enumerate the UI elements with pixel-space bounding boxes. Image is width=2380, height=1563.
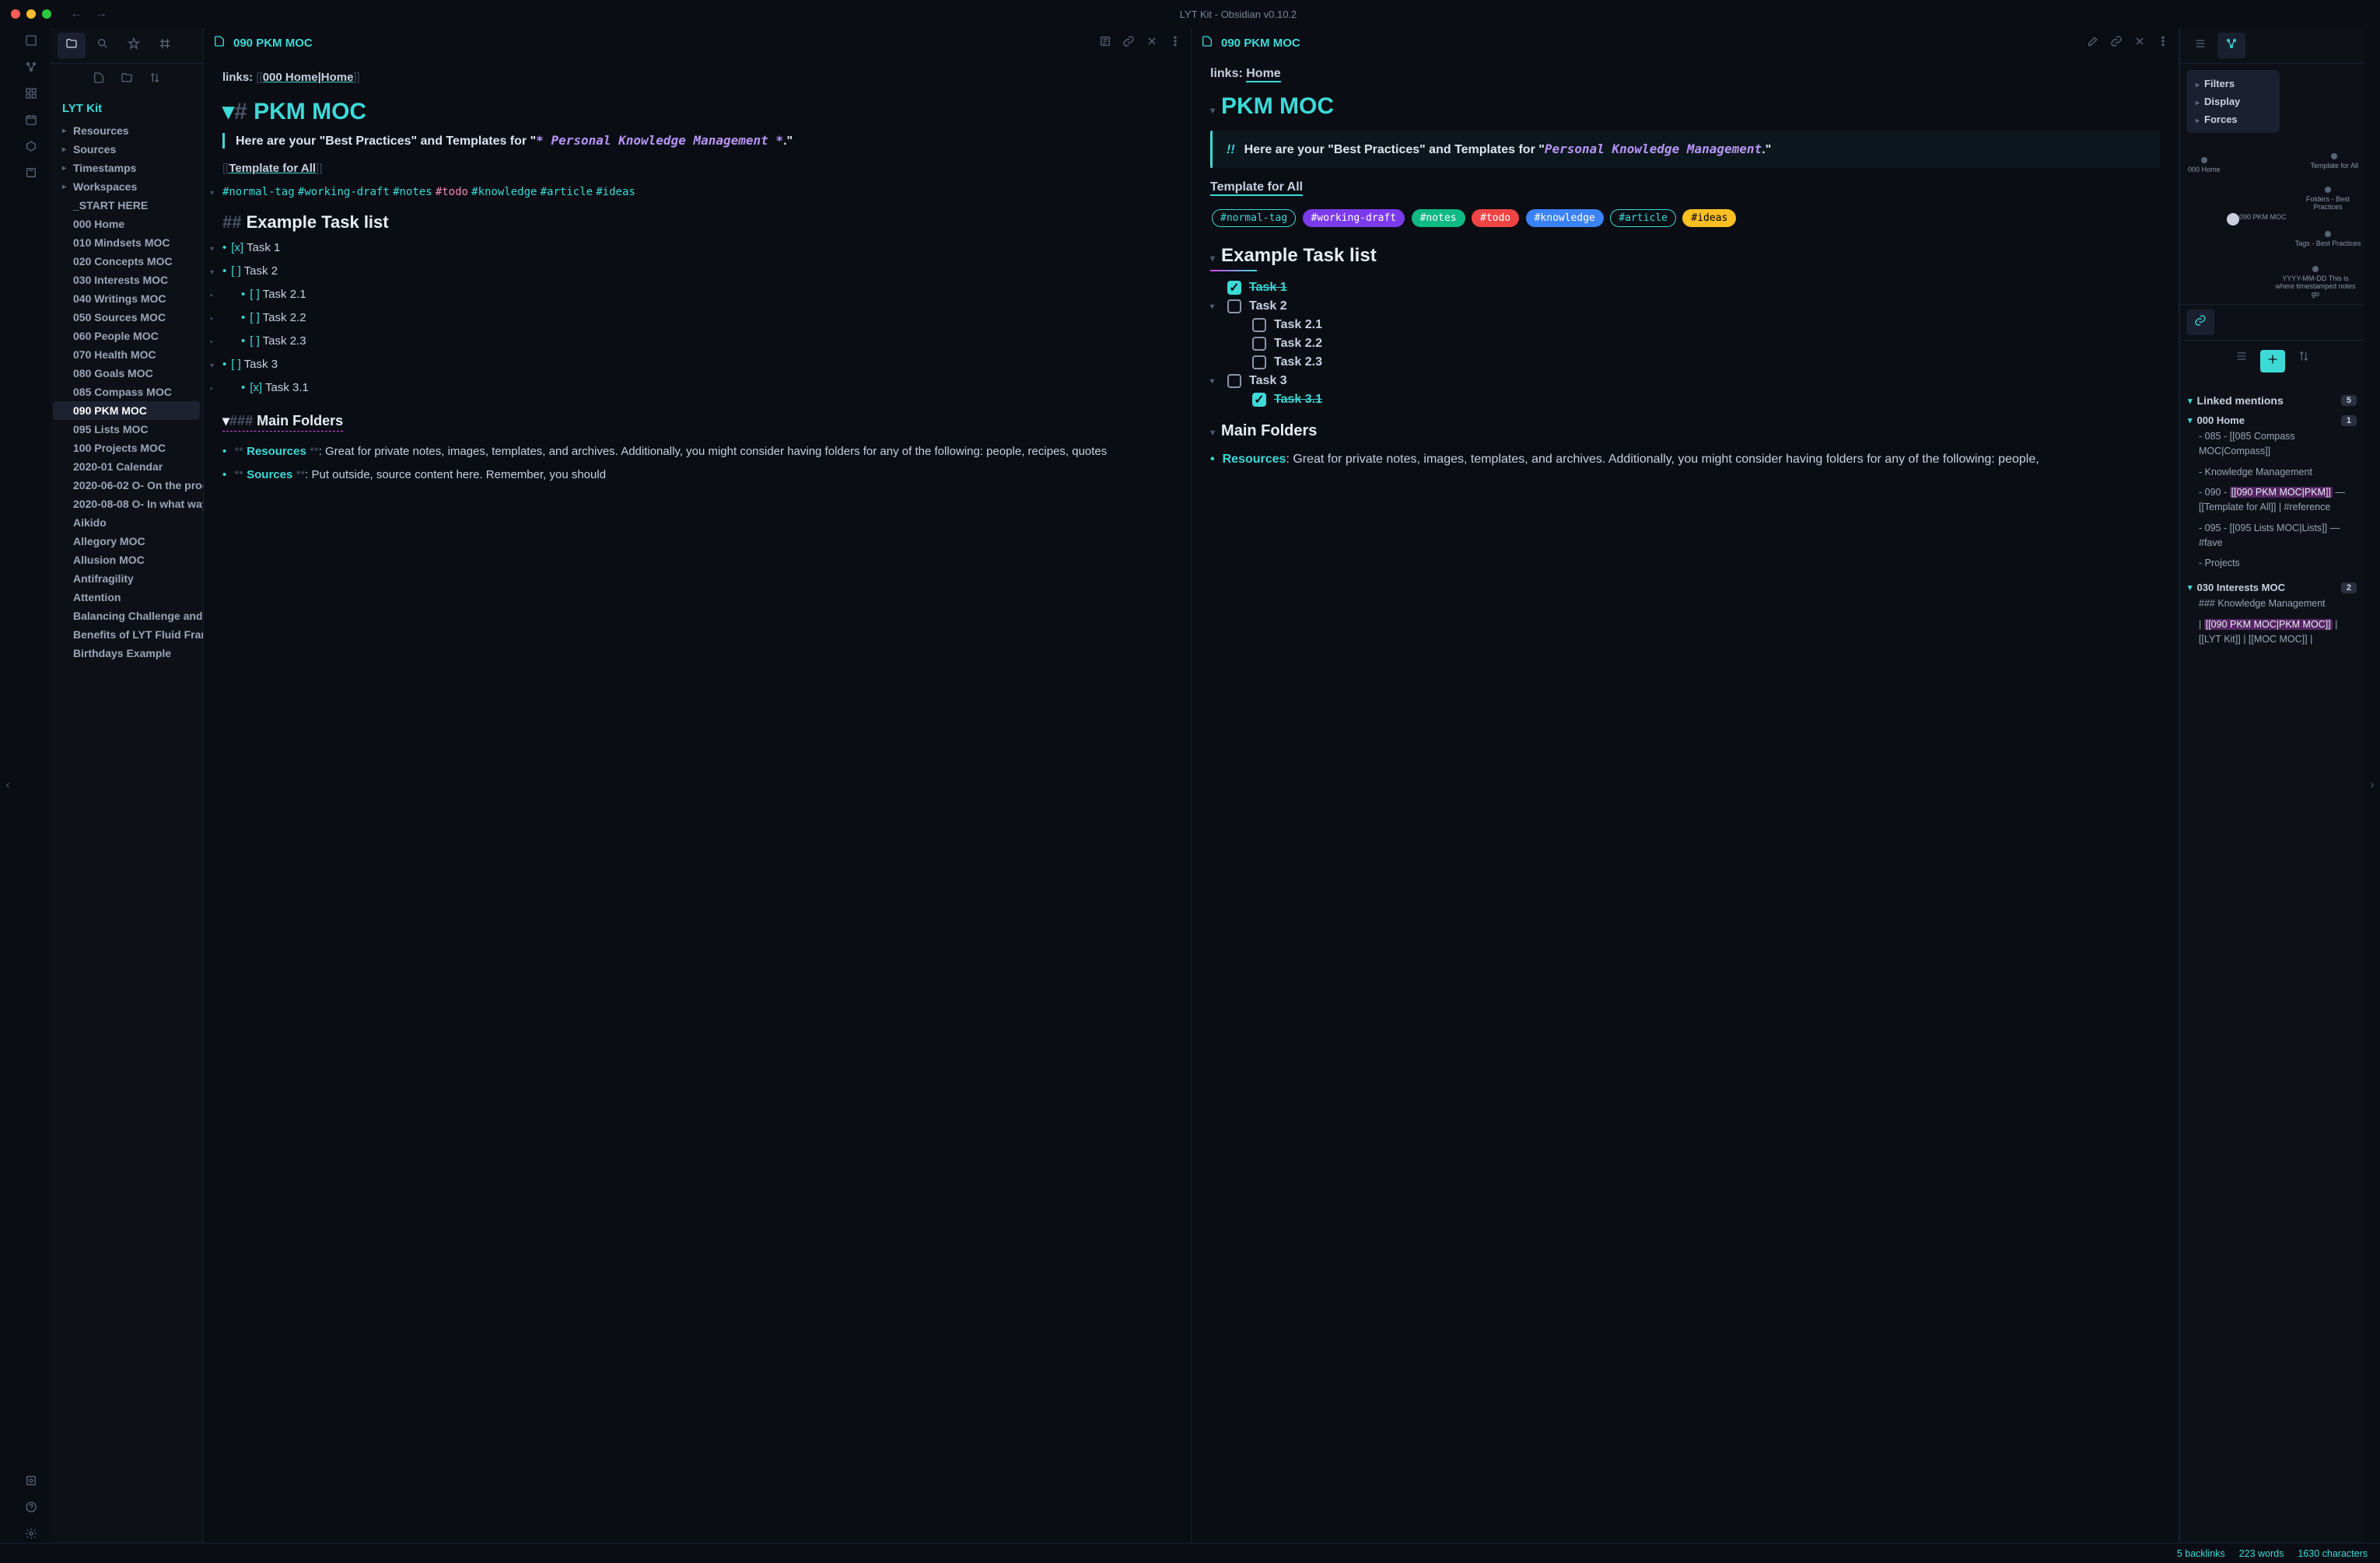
file-item[interactable]: Benefits of LYT Fluid Framew: [50, 625, 203, 644]
status-backlinks[interactable]: 5 backlinks: [2177, 1548, 2225, 1559]
sort-results-icon[interactable]: [2298, 350, 2310, 372]
backlinks-tab[interactable]: [2186, 309, 2214, 335]
file-item[interactable]: 000 Home: [50, 215, 203, 233]
graph-node[interactable]: Template for All: [2310, 153, 2358, 170]
search-tab[interactable]: [89, 33, 117, 58]
statusbar: 5 backlinks 223 words 1630 characters: [0, 1543, 2380, 1563]
daily-note-icon[interactable]: [25, 114, 40, 129]
local-graph-tab[interactable]: [2217, 33, 2245, 58]
titlebar: ← → LYT Kit - Obsidian v0.10.2: [0, 0, 2380, 28]
close-window[interactable]: [11, 9, 20, 19]
file-item[interactable]: Birthdays Example: [50, 644, 203, 663]
file-item[interactable]: Antifragility: [50, 569, 203, 588]
folder-item[interactable]: ▸Timestamps: [50, 159, 203, 177]
file-item[interactable]: 060 People MOC: [50, 327, 203, 345]
collapse-left[interactable]: ‹: [0, 28, 16, 1543]
link-pane-icon[interactable]: [2110, 35, 2123, 51]
vault-icon[interactable]: [25, 1474, 40, 1490]
file-item[interactable]: 2020-01 Calendar: [50, 457, 203, 476]
file-item[interactable]: _START HERE: [50, 196, 203, 215]
quick-switcher-icon[interactable]: [25, 34, 40, 50]
file-item[interactable]: Allegory MOC: [50, 532, 203, 551]
right-sidebar: Filters Display Forces 000 Home Template…: [2179, 28, 2364, 1543]
file-item[interactable]: 085 Compass MOC: [50, 383, 203, 401]
file-item[interactable]: 030 Interests MOC: [50, 271, 203, 289]
file-icon: [1201, 35, 1213, 51]
collapse-right[interactable]: ›: [2364, 28, 2380, 1543]
canvas-icon[interactable]: [25, 87, 40, 103]
graph-forces[interactable]: Forces: [2189, 110, 2277, 128]
file-item[interactable]: 100 Projects MOC: [50, 439, 203, 457]
file-item[interactable]: 095 Lists MOC: [50, 420, 203, 439]
file-item[interactable]: 090 PKM MOC: [53, 401, 200, 420]
more-icon[interactable]: [2157, 35, 2169, 51]
file-item[interactable]: 040 Writings MOC: [50, 289, 203, 308]
ribbon: [16, 28, 50, 1543]
collapse-results-icon[interactable]: [2235, 350, 2248, 372]
folder-item[interactable]: ▸Resources: [50, 121, 203, 140]
editor-pane-preview: 090 PKM MOC links: Home▾PKM MOC!!Here ar…: [1192, 28, 2179, 1543]
file-item[interactable]: 080 Goals MOC: [50, 364, 203, 383]
command-icon[interactable]: [25, 166, 40, 182]
status-chars: 1630 characters: [2298, 1548, 2368, 1559]
edit-mode-icon[interactable]: [2087, 35, 2099, 51]
close-pane-icon[interactable]: [2133, 35, 2146, 51]
nav-forward[interactable]: →: [95, 7, 107, 21]
link-pane-icon[interactable]: [1122, 35, 1135, 51]
file-item[interactable]: Attention: [50, 588, 203, 607]
new-folder-icon[interactable]: [121, 72, 133, 88]
vault-title: LYT Kit: [50, 96, 203, 121]
graph-node[interactable]: 000 Home: [2188, 157, 2221, 173]
file-tree: ▸Resources▸Sources▸Timestamps▸Workspaces…: [50, 121, 203, 1543]
close-pane-icon[interactable]: [1146, 35, 1158, 51]
file-item[interactable]: 070 Health MOC: [50, 345, 203, 364]
minimize-window[interactable]: [26, 9, 36, 19]
nav-back[interactable]: ←: [70, 7, 82, 21]
tags-tab[interactable]: [151, 33, 179, 58]
pane-title: 090 PKM MOC: [233, 37, 1091, 50]
graph-icon[interactable]: [25, 61, 40, 76]
more-icon[interactable]: [1169, 35, 1181, 51]
file-item[interactable]: 010 Mindsets MOC: [50, 233, 203, 252]
editor-pane-source: 090 PKM MOC links: [[000 Home|Home]]▾# P…: [204, 28, 1192, 1543]
show-context-icon[interactable]: [2260, 350, 2285, 372]
graph-node[interactable]: Folders - Best Practices: [2293, 187, 2363, 211]
graph-filters[interactable]: Filters: [2189, 75, 2277, 93]
graph-display[interactable]: Display: [2189, 93, 2277, 110]
graph-node[interactable]: YYYY-MM-DD This is where timestamped not…: [2273, 266, 2358, 298]
sort-icon[interactable]: [149, 72, 161, 88]
settings-icon[interactable]: [25, 1527, 40, 1543]
file-item[interactable]: 020 Concepts MOC: [50, 252, 203, 271]
graph-settings-panel: Filters Display Forces: [2186, 70, 2280, 133]
preview-mode-icon[interactable]: [1099, 35, 1111, 51]
file-item[interactable]: 050 Sources MOC: [50, 308, 203, 327]
status-words: 223 words: [2239, 1548, 2284, 1559]
folder-item[interactable]: ▸Workspaces: [50, 177, 203, 196]
graph-node[interactable]: Tags - Best Practices: [2293, 231, 2363, 247]
file-item[interactable]: 2020-06-02 O- On the proc: [50, 476, 203, 495]
graph-node-main[interactable]: 090 PKM MOC: [2227, 213, 2287, 228]
file-explorer-tab[interactable]: [58, 33, 86, 58]
folder-item[interactable]: ▸Sources: [50, 140, 203, 159]
help-icon[interactable]: [25, 1501, 40, 1516]
pane-title: 090 PKM MOC: [1221, 37, 2079, 50]
file-icon: [213, 35, 226, 51]
templates-icon[interactable]: [25, 140, 40, 156]
file-item[interactable]: Allusion MOC: [50, 551, 203, 569]
starred-tab[interactable]: [120, 33, 148, 58]
new-note-icon[interactable]: [93, 72, 105, 88]
file-item[interactable]: Balancing Challenge and Sk: [50, 607, 203, 625]
outline-tab[interactable]: [2186, 33, 2214, 58]
file-item[interactable]: Aikido: [50, 513, 203, 532]
file-item[interactable]: 2020-08-08 O- In what way: [50, 495, 203, 513]
maximize-window[interactable]: [42, 9, 51, 19]
window-title: LYT Kit - Obsidian v0.10.2: [107, 9, 2369, 20]
local-graph[interactable]: Filters Display Forces 000 Home Template…: [2180, 64, 2364, 305]
left-sidebar: LYT Kit ▸Resources▸Sources▸Timestamps▸Wo…: [50, 28, 204, 1543]
